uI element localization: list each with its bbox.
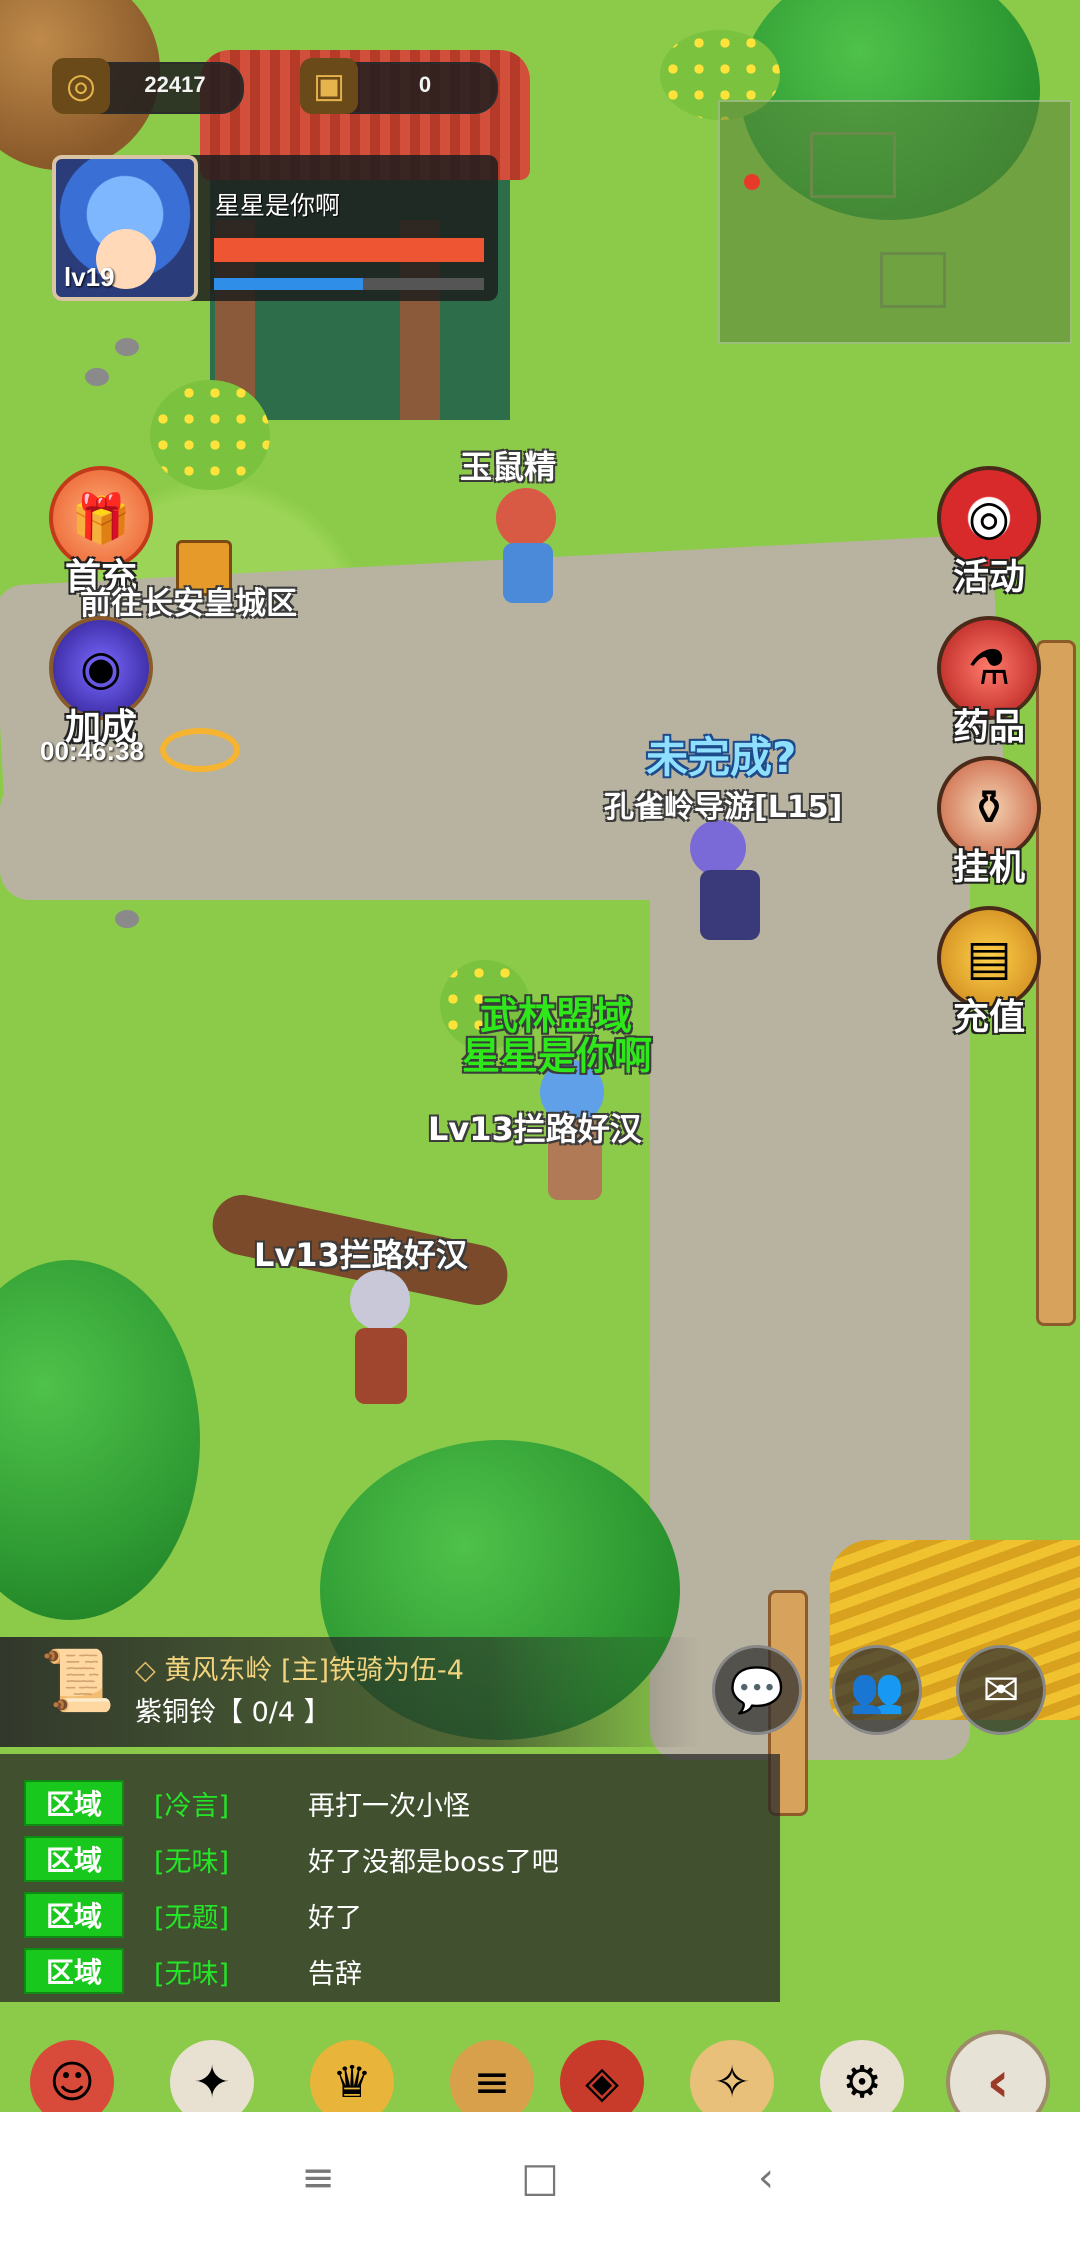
- ingot-value: 0: [418, 72, 432, 97]
- home-square-icon[interactable]: □: [510, 2152, 570, 2204]
- chat-message: 好了没都是boss了吧: [308, 1846, 559, 1878]
- mp-bar: [214, 278, 484, 290]
- bottom-menu-bar: ☺ ✦ ♛ ≡ ◈ ✧ ⚙: [0, 2020, 1080, 2112]
- shop-icon[interactable]: ◈: [560, 2040, 644, 2112]
- player-level: lv19: [64, 262, 115, 292]
- quest-title[interactable]: ◇ 黄风东岭 [主]铁骑为伍-4: [135, 1648, 464, 1687]
- helmet-icon[interactable]: ♛: [310, 2040, 394, 2112]
- dirt-road-top: [0, 780, 700, 900]
- tree: [0, 1260, 200, 1620]
- chat-sender[interactable]: [无味]: [154, 1840, 294, 1879]
- mail-button[interactable]: ✉: [956, 1645, 1046, 1735]
- enemy-name-label: Lv13拦路好汉: [254, 1236, 468, 1274]
- bonus-button[interactable]: ◉ 加成: [46, 616, 156, 750]
- chat-row: 区域 [无味] 好了没都是boss了吧: [24, 1836, 559, 1882]
- enemy-bandit[interactable]: [330, 1270, 430, 1410]
- player-name-label: 星星是你啊: [462, 1034, 653, 1078]
- chat-row: 区域 [冷言] 再打一次小怪: [24, 1780, 470, 1826]
- bonus-timer: 00:46:38: [40, 736, 145, 766]
- minimap-player-marker: [744, 174, 760, 190]
- chat-button[interactable]: 💬: [712, 1645, 802, 1735]
- ingot-icon: ▣: [300, 58, 358, 114]
- chat-message: 再打一次小怪: [308, 1790, 470, 1822]
- rock: [85, 368, 109, 386]
- chat-channel-tag: 区域: [24, 1892, 124, 1938]
- player-name: 星星是你啊: [215, 191, 341, 220]
- mp-bar-fill: [214, 278, 363, 290]
- coin-icon: ◎: [52, 58, 110, 114]
- flower-patch: [150, 380, 270, 490]
- back-chevron-icon[interactable]: ‹: [736, 2152, 796, 2204]
- activity-button[interactable]: ◎ 活动: [934, 466, 1044, 600]
- quest-progress: 紫铜铃【 0/4 】: [135, 1697, 331, 1728]
- menu-icon[interactable]: ≡: [288, 2152, 348, 2204]
- npc-jade-rat[interactable]: [488, 488, 568, 608]
- chat-message: 告辞: [308, 1958, 362, 1990]
- chat-channel-tag: 区域: [24, 1836, 124, 1882]
- chevron-left-icon: ‹: [986, 2049, 1010, 2115]
- quest-status-label: 未完成?: [646, 733, 797, 782]
- npc-guide[interactable]: [650, 820, 760, 950]
- chat-sender[interactable]: [无味]: [154, 1952, 294, 1991]
- scroll-icon: 📜: [40, 1646, 115, 1716]
- character-icon[interactable]: ☺: [30, 2040, 114, 2112]
- enemy-name-label: Lv13拦路好汉: [428, 1110, 642, 1148]
- friends-icon: 👥: [849, 1665, 905, 1716]
- npc-name-label: 玉鼠精: [460, 448, 557, 486]
- auto-battle-button[interactable]: ⚱ 挂机: [934, 756, 1044, 890]
- pet-icon[interactable]: ✦: [170, 2040, 254, 2112]
- chat-channel-tag: 区域: [24, 1948, 124, 1994]
- chat-row: 区域 [无题] 好了: [24, 1892, 362, 1938]
- chat-message: 好了: [308, 1902, 362, 1934]
- minimap-building: [810, 132, 896, 198]
- settings-gear-icon[interactable]: ⚙: [820, 2040, 904, 2112]
- mail-icon: ✉: [982, 1664, 1020, 1716]
- portal-ring[interactable]: [160, 728, 240, 772]
- minimap[interactable]: [718, 100, 1072, 344]
- chat-channel-tag: 区域: [24, 1780, 124, 1826]
- chat-sender[interactable]: [冷言]: [154, 1784, 294, 1823]
- hp-bar-fill: [214, 238, 484, 262]
- minimap-building: [880, 252, 946, 308]
- recharge-button[interactable]: ▤ 充值: [934, 906, 1044, 1040]
- rock: [115, 910, 139, 928]
- chat-log[interactable]: 区域 [冷言] 再打一次小怪 区域 [无味] 好了没都是boss了吧 区域 [无…: [0, 1754, 780, 2002]
- system-navigation-bar: ≡ □ ‹: [0, 2112, 1080, 2244]
- friends-button[interactable]: 👥: [832, 1645, 922, 1735]
- rock: [115, 338, 139, 356]
- npc-guide-label: 孔雀岭导游[L15]: [604, 790, 843, 825]
- scroll-menu-icon[interactable]: ≡: [450, 2040, 534, 2112]
- chat-bubble-icon: 💬: [729, 1665, 785, 1716]
- hp-bar: [214, 238, 484, 262]
- gold-value: 22417: [144, 72, 206, 97]
- compass-icon[interactable]: ✧: [690, 2040, 774, 2112]
- chat-row: 区域 [无味] 告辞: [24, 1948, 362, 1994]
- potion-button[interactable]: ⚗ 药品: [934, 616, 1044, 750]
- quest-diamond-icon: ◇: [135, 1655, 165, 1686]
- chat-sender[interactable]: [无题]: [154, 1896, 294, 1935]
